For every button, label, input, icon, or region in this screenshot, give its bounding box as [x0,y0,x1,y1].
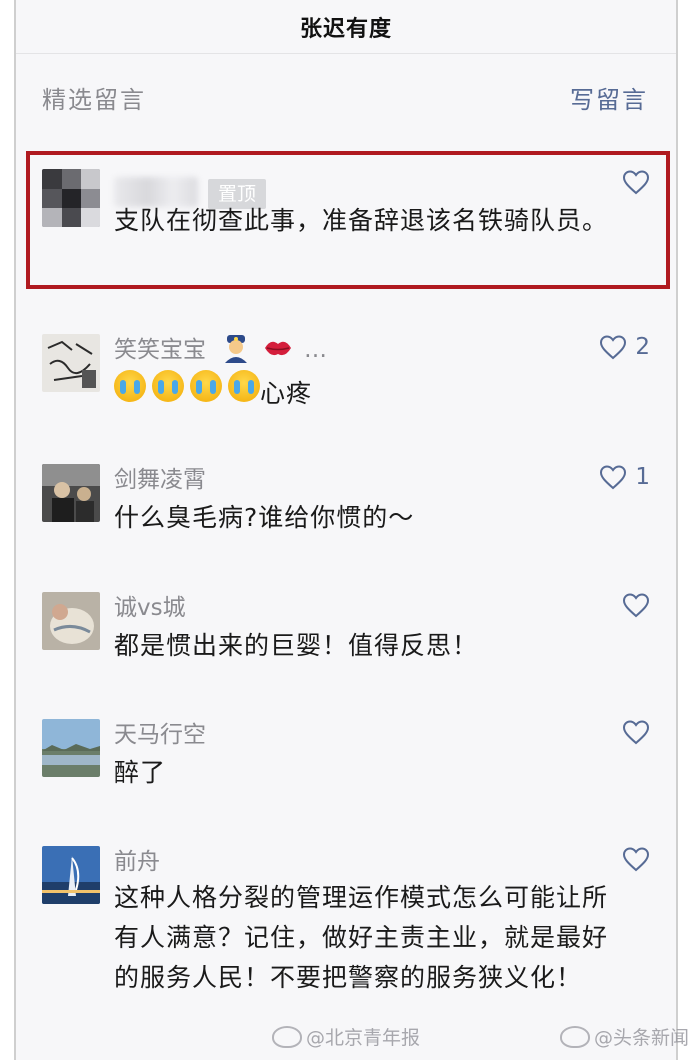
selected-comments-label: 精选留言 [42,86,146,114]
comment-item: 前舟 这种人格分裂的管理运作模式怎么可能让所有人满意？记住，做好主责主业，就是最… [16,842,676,1042]
article-title-bar: 张迟有度 [16,0,676,54]
watermark-left-text: @北京青年报 [306,1027,421,1049]
selected-comments-header: 精选留言 写留言 [16,70,676,126]
comment-text-row: 心疼 [114,370,624,414]
avatar[interactable] [42,719,100,777]
loudly-crying-face-emoji [114,370,146,402]
comment-text: 心疼 [260,379,313,408]
crying-emoji-group [114,370,260,402]
like-button[interactable] [622,719,650,745]
comment-text: 什么臭毛病?谁给你惯的～ [114,503,415,532]
like-count: 2 [635,334,650,360]
avatar[interactable] [42,592,100,650]
comment-author: 笑笑宝宝 … [114,330,327,369]
comment-item: 剑舞凌霄 1 什么臭毛病?谁给你惯的～ [16,460,676,550]
heart-outline-icon [622,593,650,618]
like-button[interactable] [622,846,650,872]
photo-avatar-icon [42,464,100,522]
heart-outline-icon [622,720,650,745]
comment-text: 这种人格分裂的管理运作模式怎么可能让所有人满意？记住，做好主责主业，就是最好的服… [114,883,609,992]
comment-item: 诚vs城 都是惯出来的巨婴！值得反思！ [16,588,676,678]
avatar[interactable] [42,334,100,392]
avatar-pixelated-icon [42,169,100,227]
author-name: 前舟 [114,849,160,875]
loudly-crying-face-emoji [228,370,260,402]
avatar[interactable] [42,169,100,227]
weibo-logo-icon [560,1025,590,1048]
landscape-avatar-icon [42,719,100,777]
author-name: 剑舞凌霄 [114,467,206,493]
watermark-left: @北京青年报 [272,1023,420,1050]
heart-outline-icon [622,847,650,872]
like-button[interactable]: 2 [599,334,650,360]
comment-item-pinned: 置顶 支队在彻查此事，准备辞退该名铁骑队员。 [16,165,676,285]
loudly-crying-face-emoji [190,370,222,402]
article-comments-panel: 张迟有度 精选留言 写留言 置顶 支队在彻查此事，准备辞退该名铁骑队员。 笑笑宝… [14,0,678,1060]
author-name: 笑笑宝宝 [114,337,206,363]
heart-outline-icon [600,335,627,360]
photo-avatar-icon [42,592,100,650]
author-name: 诚vs城 [114,595,186,621]
like-button[interactable] [622,592,650,618]
name-ellipsis: … [303,337,327,363]
avatar[interactable] [42,846,100,904]
comment-text: 都是惯出来的巨婴！值得反思！ [114,631,479,660]
like-button[interactable]: 1 [599,464,650,490]
loudly-crying-face-emoji [152,370,184,402]
police-officer-emoji [221,333,251,369]
kiss-mark-emoji [263,336,293,366]
heart-outline-icon [600,465,627,490]
avatar[interactable] [42,464,100,522]
heart-outline-icon [622,170,650,195]
weibo-logo-icon [272,1025,302,1048]
handwriting-avatar-icon [42,334,100,392]
comment-text: 醉了 [114,758,167,787]
like-count: 1 [635,464,650,490]
comment-item: 笑笑宝宝 … 2 心疼 [16,330,676,420]
comment-text: 支队在彻查此事，准备辞退该名铁骑队员。 [114,206,609,235]
author-name: 天马行空 [114,722,206,748]
like-button[interactable] [622,169,650,195]
city-avatar-icon [42,846,100,904]
watermark-right: @头条新闻 [560,1023,689,1050]
watermark-right-text: @头条新闻 [594,1027,690,1049]
comment-item: 天马行空 醉了 [16,715,676,805]
article-title: 张迟有度 [299,16,392,42]
write-comment-button[interactable]: 写留言 [570,80,648,115]
